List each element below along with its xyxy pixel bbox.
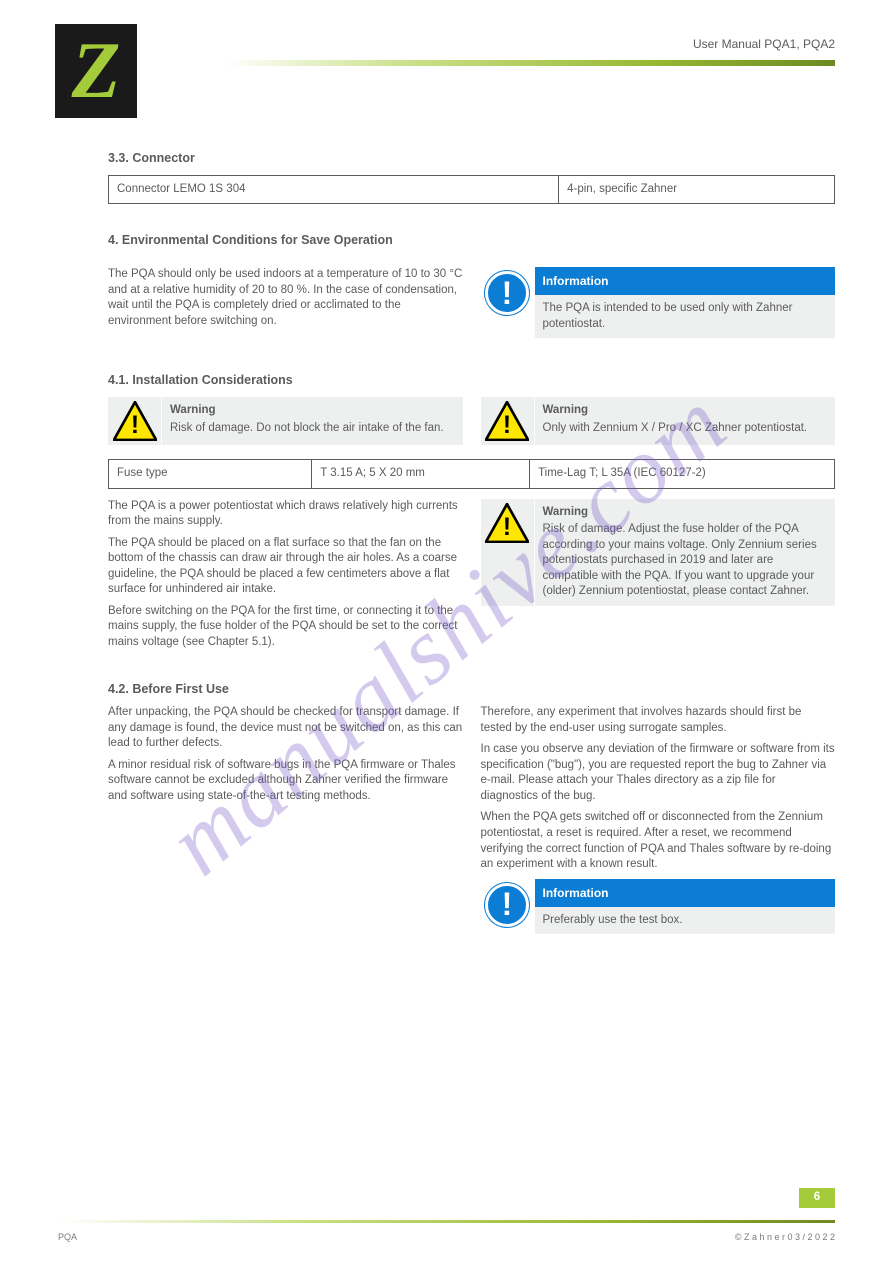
info-icon-cell: ! [481, 267, 535, 338]
footer-right: © Z a h n e r 0 3 / 2 0 2 2 [735, 1231, 835, 1243]
warning-icon: ! [485, 401, 529, 441]
body-text: The PQA should only be used indoors at a… [108, 267, 463, 329]
svg-text:!: ! [503, 412, 511, 439]
warn-body-cell: Warning Risk of damage. Adjust the fuse … [535, 499, 836, 606]
warn-text: Risk of damage. Adjust the fuse holder o… [543, 522, 828, 600]
warn-heading: Warning [543, 403, 828, 419]
table-cell: T 3.15 A; 5 X 20 mm [312, 460, 530, 489]
warn-heading: Warning [543, 505, 828, 521]
footer-rule [58, 1220, 835, 1223]
info-box: ! Information Preferably use the test bo… [481, 879, 836, 935]
table-cell: 4-pin, specific Zahner [559, 175, 835, 204]
warning-box: ! Warning Risk of damage. Do not block t… [108, 397, 463, 445]
header-rule [224, 60, 835, 66]
warn-icon-cell: ! [481, 499, 535, 606]
footer-left: PQA [58, 1231, 77, 1243]
page-content: 3.3. Connector Connector LEMO 1S 304 4-p… [108, 150, 835, 942]
warning-icon: ! [485, 503, 529, 543]
body-text: The PQA should be placed on a flat surfa… [108, 536, 463, 598]
warn-body-cell: Warning Risk of damage. Do not block the… [162, 397, 463, 445]
warn-text: Only with Zennium X / Pro / XC Zahner po… [543, 421, 828, 437]
info-body-cell: Information Preferably use the test box. [535, 879, 836, 935]
info-body-cell: Information The PQA is intended to be us… [535, 267, 836, 338]
header-title: User Manual PQA1, PQA2 [693, 36, 835, 52]
warn-icon-cell: ! [481, 397, 535, 445]
brand-logo: Z [55, 24, 137, 118]
body-text: Before switching on the PQA for the firs… [108, 604, 463, 651]
body-text: In case you observe any deviation of the… [481, 742, 836, 804]
info-icon: ! [485, 271, 529, 315]
table-cell: Fuse type [109, 460, 312, 489]
table-cell: Connector LEMO 1S 304 [109, 175, 559, 204]
warning-box: ! Warning Risk of damage. Adjust the fus… [481, 499, 836, 606]
info-text: Preferably use the test box. [535, 907, 836, 935]
body-text: After unpacking, the PQA should be check… [108, 705, 463, 752]
info-box: ! Information The PQA is intended to be … [481, 267, 836, 338]
info-icon: ! [485, 883, 529, 927]
body-text: The PQA is a power potentiostat which dr… [108, 499, 463, 530]
section-3-3-title: 3.3. Connector [108, 150, 835, 167]
body-text: When the PQA gets switched off or discon… [481, 810, 836, 872]
warning-icon: ! [113, 401, 157, 441]
info-text: The PQA is intended to be used only with… [535, 295, 836, 338]
info-icon-cell: ! [481, 879, 535, 935]
warn-icon-cell: ! [108, 397, 162, 445]
section-4-2-title: 4.2. Before First Use [108, 681, 835, 698]
warn-text: Risk of damage. Do not block the air int… [170, 421, 455, 437]
section-4-title: 4. Environmental Conditions for Save Ope… [108, 232, 835, 249]
svg-text:!: ! [503, 514, 511, 541]
logo-letter: Z [72, 35, 121, 107]
table-cell: Time-Lag T; L 35A (IEC 60127-2) [530, 460, 835, 489]
fuse-table: Fuse type T 3.15 A; 5 X 20 mm Time-Lag T… [108, 459, 835, 489]
connector-table: Connector LEMO 1S 304 4-pin, specific Za… [108, 175, 835, 205]
info-heading: Information [535, 267, 836, 295]
warn-body-cell: Warning Only with Zennium X / Pro / XC Z… [535, 397, 836, 445]
svg-text:!: ! [130, 412, 138, 439]
warning-box: ! Warning Only with Zennium X / Pro / XC… [481, 397, 836, 445]
section-4-1-title: 4.1. Installation Considerations [108, 372, 835, 389]
body-text: Therefore, any experiment that involves … [481, 705, 836, 736]
page-number: 6 [799, 1188, 835, 1208]
body-text: A minor residual risk of software bugs i… [108, 758, 463, 805]
warn-heading: Warning [170, 403, 455, 419]
info-heading: Information [535, 879, 836, 907]
